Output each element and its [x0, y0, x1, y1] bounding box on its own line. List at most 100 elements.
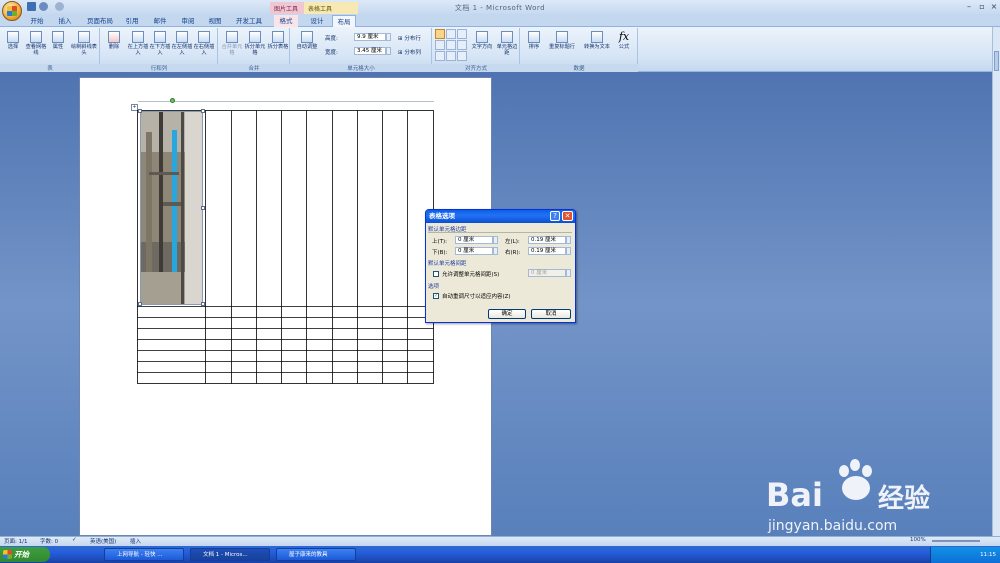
restore-icon[interactable]: ▫: [976, 2, 988, 11]
height-spinner[interactable]: [386, 33, 391, 41]
split-cells-button[interactable]: 拆分单元格: [244, 31, 266, 56]
align-top-right-icon[interactable]: [457, 29, 467, 39]
scroll-thumb[interactable]: [994, 51, 999, 71]
properties-button[interactable]: 属性: [48, 31, 68, 50]
resize-handle-icon[interactable]: [138, 302, 142, 306]
align-middle-center-icon[interactable]: [446, 40, 456, 50]
tab-insert[interactable]: 插入: [55, 15, 75, 27]
group-label-table: 表: [0, 64, 100, 72]
watermark-url: jingyan.baidu.com: [768, 518, 898, 534]
split-cells-icon: [249, 31, 261, 43]
align-middle-right-icon[interactable]: [457, 40, 467, 50]
align-bottom-center-icon[interactable]: [446, 51, 456, 61]
tab-design[interactable]: 设计: [306, 15, 328, 27]
help-icon[interactable]: ?: [550, 211, 560, 221]
proofing-icon[interactable]: ✓: [72, 537, 80, 543]
vertical-scrollbar[interactable]: [992, 27, 1000, 536]
inserted-picture[interactable]: [140, 111, 203, 305]
group-label-cell-size: 单元格大小: [290, 64, 432, 72]
insert-right-button[interactable]: 在右侧插入: [193, 31, 215, 56]
tab-references[interactable]: 引用: [122, 15, 142, 27]
right-margin-field[interactable]: 0.19 厘米: [528, 247, 566, 255]
distribute-columns-button[interactable]: ⊞ 分布列: [398, 48, 430, 56]
align-top-left-icon[interactable]: [435, 29, 445, 39]
tab-review[interactable]: 审阅: [178, 15, 198, 27]
sort-button[interactable]: 排序: [523, 31, 545, 50]
left-margin-field[interactable]: 0.19 厘米: [528, 236, 566, 244]
tab-mailings[interactable]: 邮件: [150, 15, 170, 27]
zoom-slider[interactable]: [932, 540, 980, 542]
zoom-level[interactable]: 100%: [910, 537, 930, 543]
clock[interactable]: 11:15: [980, 552, 996, 558]
convert-to-text-button[interactable]: 转换为文本: [580, 31, 614, 50]
resize-handle-icon[interactable]: [201, 109, 205, 113]
cell-margins-button[interactable]: 单元格边距: [495, 31, 519, 56]
bottom-margin-field[interactable]: 0 厘米: [455, 247, 493, 255]
spacing-spinner[interactable]: [566, 269, 571, 277]
cancel-button[interactable]: 取消: [531, 309, 571, 319]
ok-button[interactable]: 确定: [488, 309, 526, 319]
tab-format[interactable]: 格式: [274, 15, 298, 27]
autofit-button[interactable]: 自动调整: [293, 31, 321, 50]
resize-handle-icon[interactable]: [201, 206, 205, 210]
repeat-header-rows-button[interactable]: 重复标题行: [545, 31, 579, 50]
resize-handle-icon[interactable]: [201, 302, 205, 306]
view-gridlines-button[interactable]: 查看网格线: [24, 31, 48, 56]
group-label-data: 数据: [520, 64, 638, 72]
tab-home[interactable]: 开始: [27, 15, 47, 27]
align-bottom-right-icon[interactable]: [457, 51, 467, 61]
insert-below-button[interactable]: 在下方插入: [149, 31, 171, 56]
merge-cells-button[interactable]: 合并单元格: [221, 31, 243, 56]
distribute-rows-button[interactable]: ⊞ 分布行: [398, 34, 430, 42]
text-direction-button[interactable]: 文字方向: [469, 31, 495, 50]
width-field[interactable]: 3.45 厘米: [354, 47, 386, 55]
bottom-margin-spinner[interactable]: [493, 247, 498, 255]
window-title: 文档 1 - Microsoft Word: [454, 4, 546, 12]
draw-diagonal-header-button[interactable]: 绘制斜线表头: [70, 31, 98, 56]
top-margin-spinner[interactable]: [493, 236, 498, 244]
merge-cells-icon: [226, 31, 238, 43]
watermark-brand-suffix: 经验: [878, 484, 931, 514]
select-button[interactable]: 选择: [4, 31, 22, 50]
tab-developer[interactable]: 开发工具: [232, 15, 266, 27]
tab-layout[interactable]: 布局: [332, 15, 356, 27]
right-margin-spinner[interactable]: [566, 247, 571, 255]
insert-left-button[interactable]: 在左侧插入: [171, 31, 193, 56]
group-label-merge: 合并: [218, 64, 290, 72]
width-spinner[interactable]: [386, 47, 391, 55]
height-field[interactable]: 9.9 厘米: [354, 33, 386, 41]
insert-left-icon: [176, 31, 188, 43]
allow-spacing-checkbox[interactable]: [433, 271, 439, 277]
rotate-handle-icon[interactable]: [170, 98, 175, 103]
align-bottom-left-icon[interactable]: [435, 51, 445, 61]
office-button[interactable]: [2, 1, 22, 21]
gridlines-icon: [30, 31, 42, 43]
insert-above-button[interactable]: 在上方插入: [127, 31, 149, 56]
properties-icon: [52, 31, 64, 43]
resize-handle-icon[interactable]: [138, 109, 142, 113]
spacing-field[interactable]: 0 厘米: [528, 269, 566, 277]
split-table-button[interactable]: 拆分表格: [267, 31, 289, 50]
tab-page-layout[interactable]: 页面布局: [82, 15, 118, 27]
word-count[interactable]: 字数: 0: [40, 537, 70, 545]
insert-mode[interactable]: 插入: [130, 537, 150, 545]
delete-button[interactable]: 删除: [104, 31, 124, 50]
left-margin-spinner[interactable]: [566, 236, 571, 244]
alignment-grid[interactable]: [435, 29, 467, 61]
taskbar-item-word[interactable]: 文档 1 - Micros...: [190, 548, 270, 561]
align-middle-left-icon[interactable]: [435, 40, 445, 50]
tab-view[interactable]: 视图: [205, 15, 225, 27]
left-margin-label: 左(L):: [505, 239, 520, 245]
formula-button[interactable]: fx 公式: [614, 31, 634, 51]
minimize-icon[interactable]: –: [963, 2, 975, 11]
language-indicator[interactable]: 英语(美国): [90, 537, 126, 545]
close-icon[interactable]: ×: [988, 2, 1000, 11]
top-margin-field[interactable]: 0 厘米: [455, 236, 493, 244]
dialog-close-icon[interactable]: ✕: [562, 211, 573, 221]
taskbar-item-browser[interactable]: 上网导航 - 轻快 ...: [104, 548, 184, 561]
table-ruler-line: [138, 101, 434, 102]
page-counter[interactable]: 页面: 1/1: [4, 537, 34, 545]
autoresize-checkbox[interactable]: ✓: [433, 293, 439, 299]
align-top-center-icon[interactable]: [446, 29, 456, 39]
taskbar-item-folder[interactable]: 屋子康来的教具: [276, 548, 356, 561]
